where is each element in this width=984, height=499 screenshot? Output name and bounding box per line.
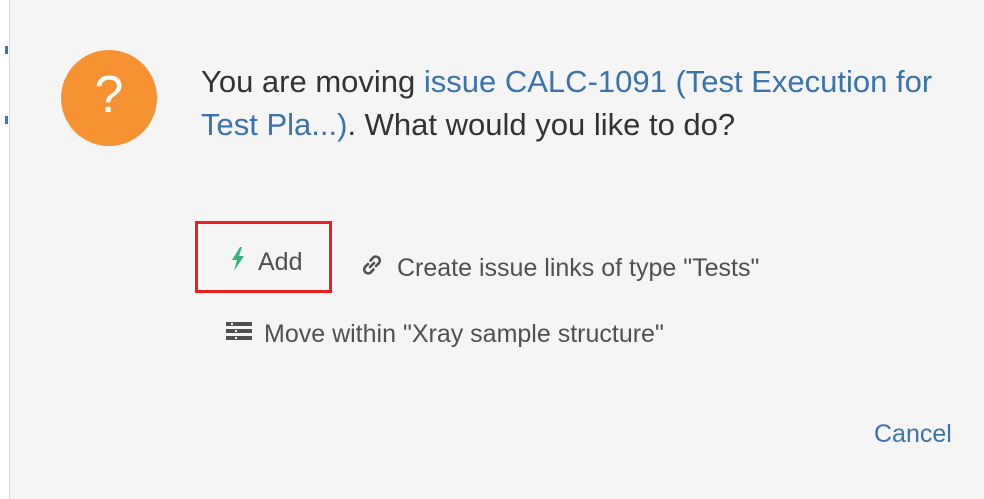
question-symbol: ? bbox=[94, 66, 124, 124]
cancel-button[interactable]: Cancel bbox=[874, 420, 952, 449]
structure-list-icon bbox=[226, 320, 252, 349]
link-chain-icon bbox=[359, 252, 385, 285]
message-suffix: . What would you like to do? bbox=[347, 107, 736, 142]
move-within-label: Move within "Xray sample structure" bbox=[264, 320, 664, 348]
dialog-message: You are moving issue CALC-1091 (Test Exe… bbox=[201, 60, 971, 146]
create-issue-links-label: Create issue links of type "Tests" bbox=[397, 254, 760, 282]
move-issue-dialog: ? You are moving issue CALC-1091 (Test E… bbox=[10, 0, 984, 499]
add-button[interactable]: Add bbox=[230, 247, 302, 278]
question-icon: ? bbox=[61, 50, 157, 146]
background-link-marker bbox=[5, 116, 8, 124]
lightning-bolt-icon bbox=[230, 247, 246, 278]
background-page-edge bbox=[0, 0, 10, 499]
background-link-marker bbox=[5, 46, 8, 54]
create-issue-links-button[interactable]: Create issue links of type "Tests" bbox=[359, 252, 759, 285]
move-within-structure-button[interactable]: Move within "Xray sample structure" bbox=[226, 320, 664, 349]
add-label: Add bbox=[258, 248, 303, 276]
message-prefix: You are moving bbox=[201, 64, 424, 99]
